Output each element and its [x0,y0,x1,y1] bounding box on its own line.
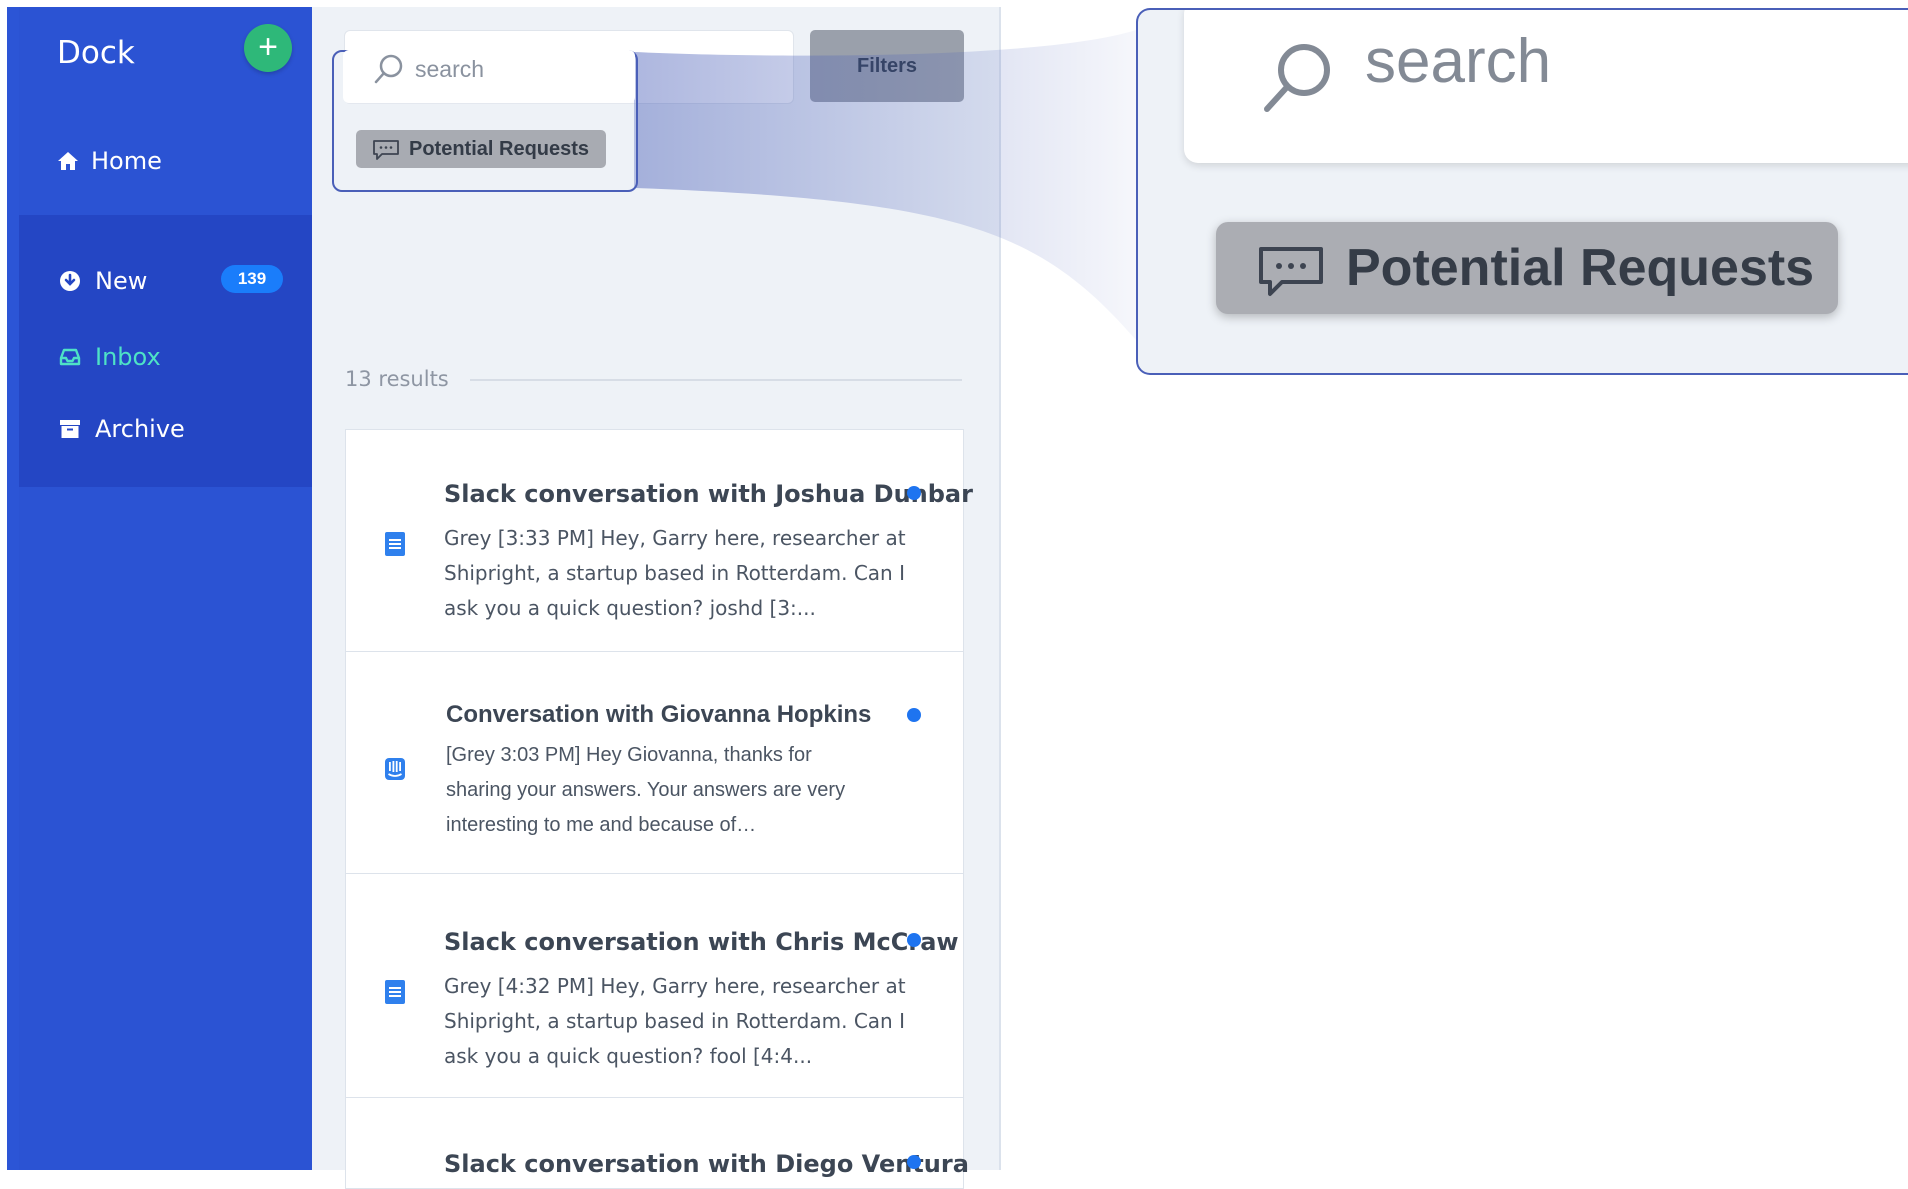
zoomed-filter-chip-label: Potential Requests [1346,239,1815,297]
magnifier-zoom-panel: search Potential Requests [1136,8,1908,375]
filter-chip-label: Potential Requests [409,138,590,160]
chat-bubble-icon [1259,247,1323,296]
zoomed-search-input: search [1184,10,1908,163]
search-icon [1264,44,1330,112]
zoomed-search-placeholder: search [1365,27,1552,96]
filter-chip-potential-requests[interactable]: Potential Requests [356,130,606,168]
zoomed-filter-chip: Potential Requests [1216,222,1838,314]
search-placeholder: search [415,56,485,82]
chat-bubble-icon [373,140,399,160]
search-icon [374,54,403,84]
